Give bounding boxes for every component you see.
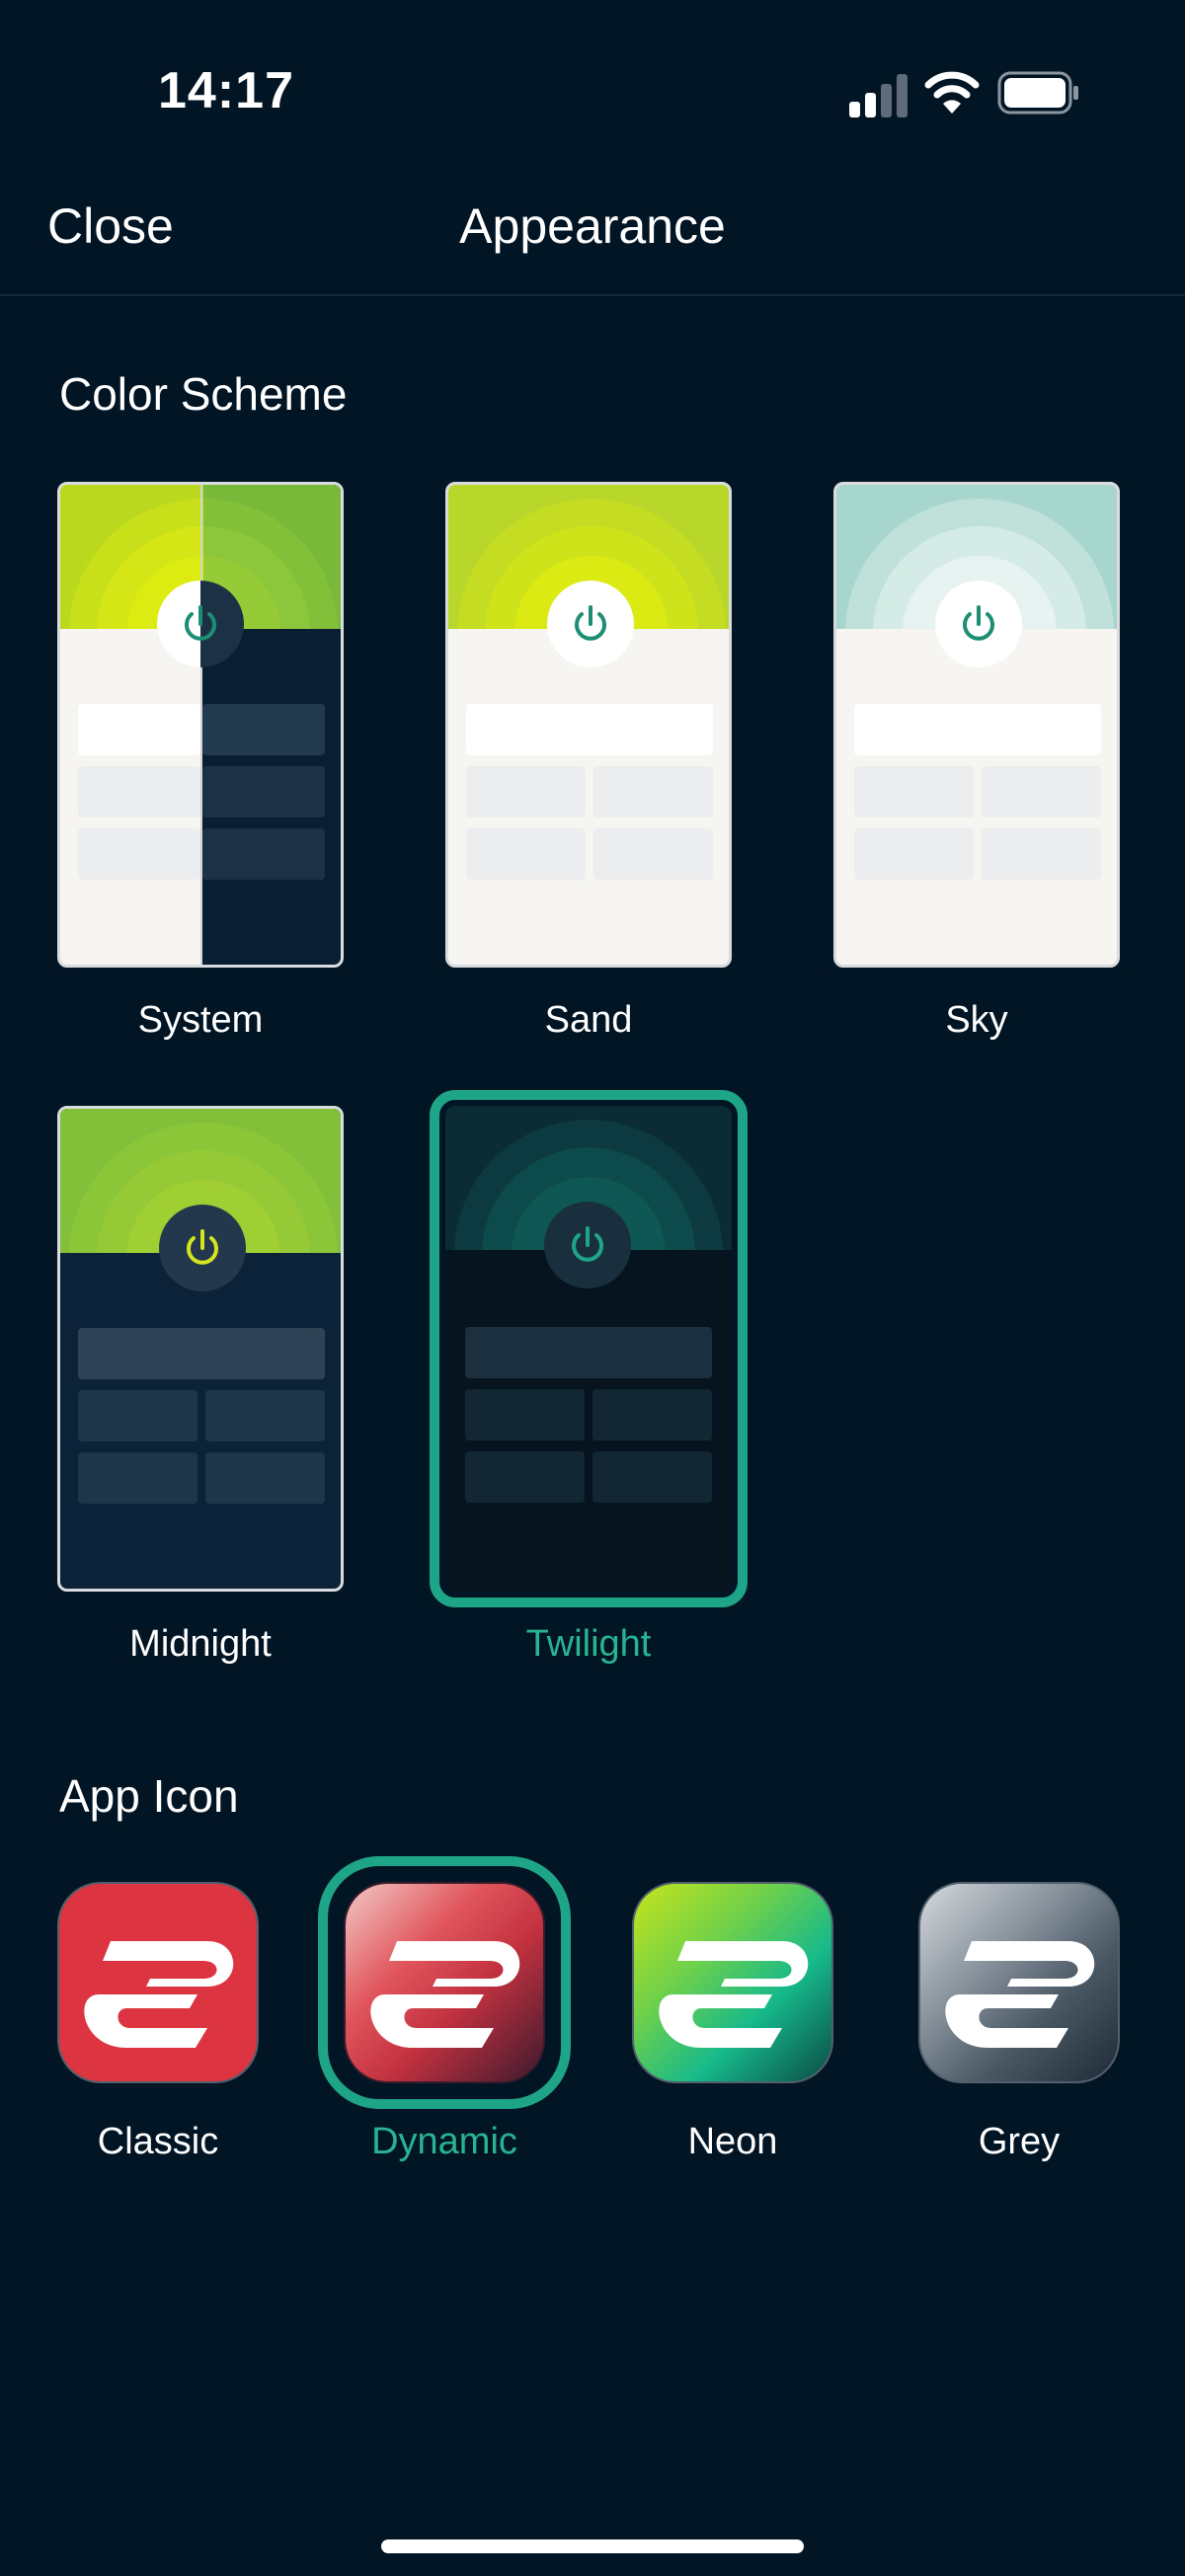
status-time: 14:17 — [158, 62, 294, 119]
status-bar: 14:17 — [0, 0, 1185, 188]
theme-preview-sky — [833, 482, 1120, 968]
theme-preview-midnight — [57, 1106, 344, 1592]
theme-label: System — [137, 999, 264, 1041]
color-scheme-title: Color Scheme — [59, 368, 348, 420]
app-icon-title: App Icon — [59, 1770, 239, 1822]
theme-option-midnight[interactable]: Midnight — [57, 1106, 344, 1665]
home-indicator[interactable] — [381, 2539, 804, 2553]
icon-label: Neon — [687, 2121, 778, 2162]
cellular-signal-icon — [849, 74, 908, 117]
power-icon — [157, 581, 244, 667]
theme-preview-system — [57, 482, 344, 968]
expressvpn-logo-icon — [57, 1882, 259, 2083]
power-icon — [547, 581, 634, 667]
wifi-icon — [924, 71, 980, 114]
expressvpn-logo-icon — [344, 1882, 545, 2083]
icon-label: Grey — [978, 2121, 1061, 2162]
power-icon — [935, 581, 1022, 667]
icon-label: Classic — [97, 2121, 219, 2162]
theme-option-system[interactable]: System — [57, 482, 344, 1041]
theme-preview-twilight — [445, 1106, 732, 1592]
battery-icon — [997, 71, 1078, 115]
theme-option-sand[interactable]: Sand — [445, 482, 732, 1041]
theme-label: Sky — [945, 999, 1008, 1041]
theme-label: Midnight — [129, 1623, 272, 1665]
theme-option-sky[interactable]: Sky — [833, 482, 1120, 1041]
power-icon — [544, 1202, 631, 1288]
expressvpn-logo-icon — [632, 1882, 833, 2083]
power-icon — [159, 1205, 246, 1291]
theme-preview-sand — [445, 482, 732, 968]
theme-label: Sand — [544, 999, 633, 1041]
icon-label: Dynamic — [371, 2121, 517, 2162]
expressvpn-logo-icon — [918, 1882, 1120, 2083]
theme-label: Twilight — [525, 1623, 652, 1665]
theme-option-twilight[interactable]: Twilight — [430, 1090, 748, 1665]
page-title: Appearance — [459, 198, 726, 254]
